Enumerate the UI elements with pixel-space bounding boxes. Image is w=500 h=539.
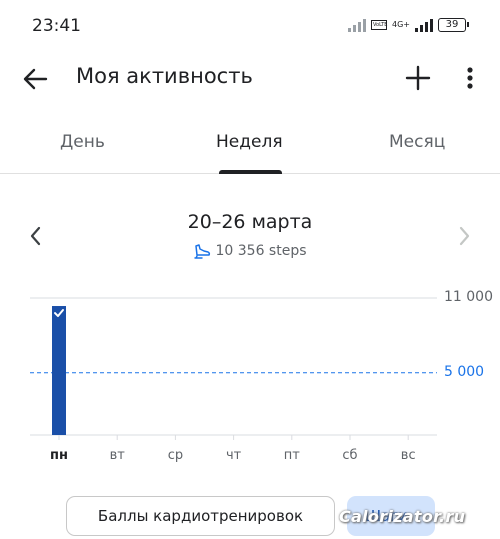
x-label-ср: ср xyxy=(167,448,184,463)
y-tick-max: 11 000 xyxy=(444,289,493,305)
x-label-сб: сб xyxy=(342,448,358,463)
status-icons: VoLTE 4G+ 39 xyxy=(348,18,469,32)
x-label-пт: пт xyxy=(283,448,300,463)
tab-week[interactable]: Неделя xyxy=(216,132,283,152)
cardio-points-chip[interactable]: Баллы кардиотренировок xyxy=(66,496,335,536)
network-type: 4G+ xyxy=(392,20,410,29)
walking-shoe-icon xyxy=(194,244,211,259)
status-bar: 23:41 VoLTE 4G+ 39 xyxy=(0,0,500,56)
battery-icon: 39 xyxy=(438,18,469,32)
plus-icon xyxy=(405,65,431,91)
x-label-вс: вс xyxy=(400,448,416,463)
signal-icon xyxy=(348,18,366,32)
steps-total: 10 356 steps xyxy=(215,243,307,259)
back-button[interactable] xyxy=(20,64,50,94)
tab-day[interactable]: День xyxy=(60,132,105,152)
steps-summary: 10 356 steps xyxy=(0,242,500,260)
add-button[interactable] xyxy=(403,63,433,93)
date-range-title: 20–26 марта xyxy=(187,211,313,233)
chart-canvas xyxy=(30,297,437,440)
watermark: Calorizator.ru xyxy=(339,507,466,526)
period-tabs: День Неделя Месяц xyxy=(0,118,500,174)
volte-badge: VoLTE xyxy=(371,20,388,30)
page-title: Моя активность xyxy=(76,64,253,88)
more-vertical-icon xyxy=(467,67,473,89)
app-bar: Моя активность xyxy=(0,56,500,100)
tab-month[interactable]: Месяц xyxy=(389,132,445,152)
x-label-вт: вт xyxy=(109,448,125,463)
x-label-чт: чт xyxy=(225,448,242,463)
x-label-пн: пн xyxy=(50,448,68,463)
signal-strength-icon xyxy=(415,18,433,32)
y-tick-goal: 5 000 xyxy=(444,364,485,380)
more-options-button[interactable] xyxy=(458,63,482,93)
x-axis-labels: пн вт ср чт пт сб вс xyxy=(0,448,500,468)
status-time: 23:41 xyxy=(32,16,81,36)
active-tab-indicator xyxy=(219,170,282,174)
arrow-back-icon xyxy=(23,68,48,90)
chart-bar-пн xyxy=(52,306,66,435)
weekly-steps-chart: 11 000 5 000 пн вт ср чт пт сб вс xyxy=(0,280,500,480)
